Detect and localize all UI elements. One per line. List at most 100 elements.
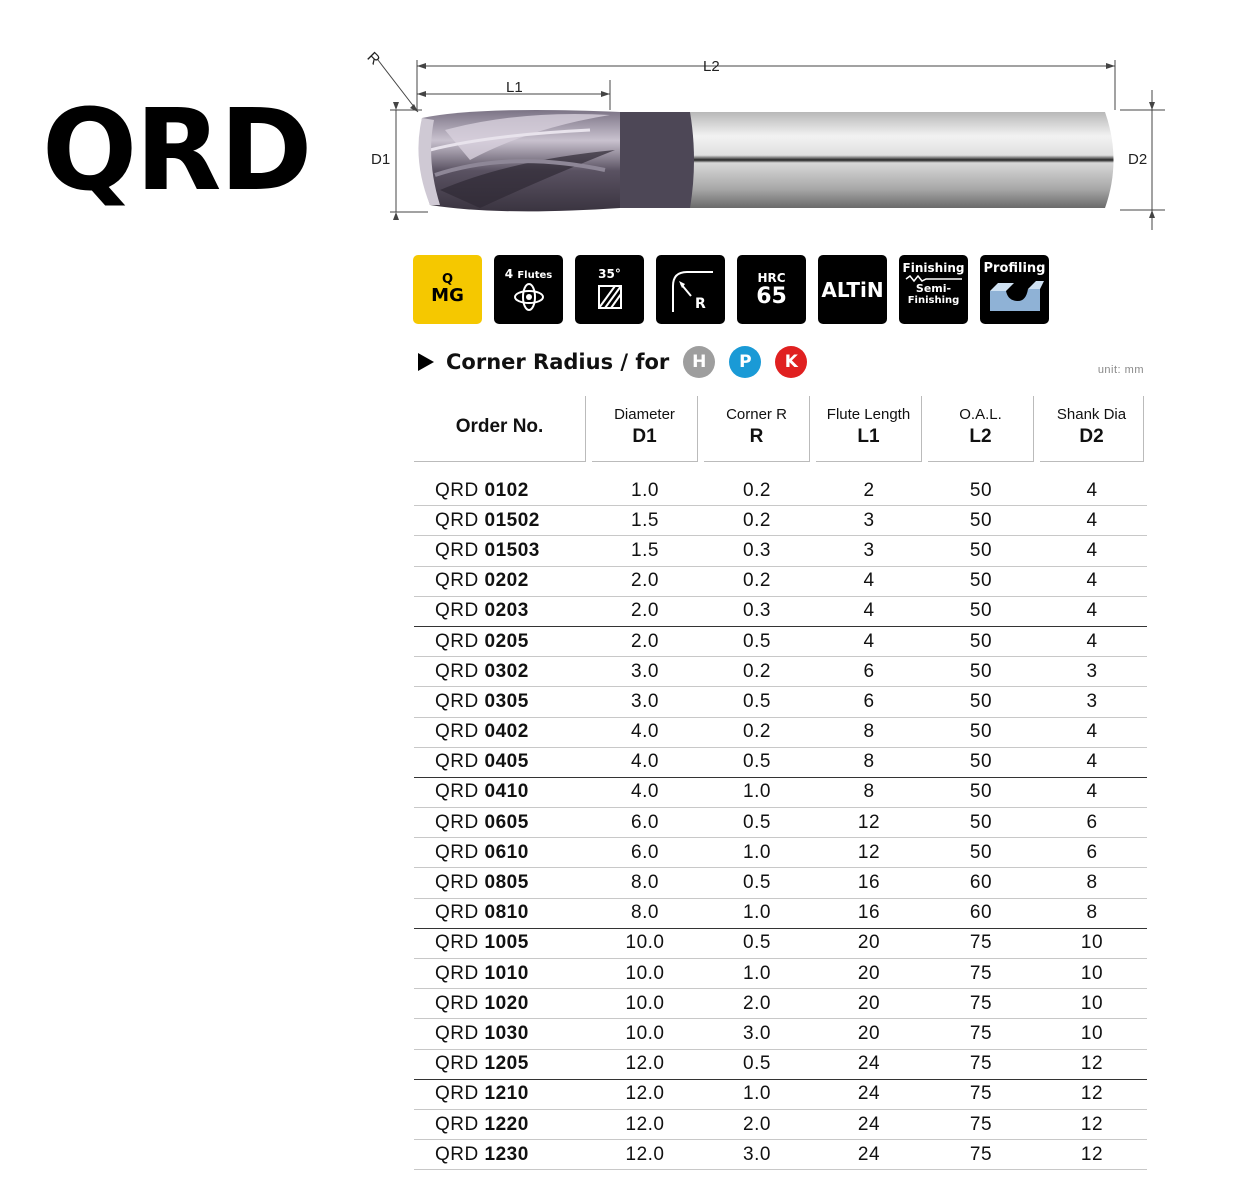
order-no-cell: QRD 1220 (414, 1110, 589, 1141)
flute-length-cell: 6 (813, 687, 925, 718)
flute-length-cell: 8 (813, 748, 925, 778)
flute-length-cell: 3 (813, 536, 925, 567)
qmg-badge: Q MG (413, 255, 482, 324)
order-no-cell: QRD 1020 (414, 989, 589, 1020)
flute-length-cell: 20 (813, 929, 925, 959)
corner-r-cell: 1.0 (701, 959, 813, 990)
diameter-cell: 2.0 (589, 567, 701, 597)
flute-length-cell: 20 (813, 1019, 925, 1050)
table-row: QRD 0202 2.0 0.2 4 50 4 (414, 567, 1147, 597)
spec-table: Order No. Diameter D1 Corner RR Flute Len… (414, 386, 1147, 1171)
corner-r-cell: 0.5 (701, 627, 813, 658)
corner-r-cell: 3.0 (701, 1019, 813, 1050)
flute-length-cell: 4 (813, 567, 925, 597)
order-no-cell: QRD 0410 (414, 778, 589, 809)
oal-cell: 60 (925, 868, 1037, 899)
shank-dia-cell: 4 (1037, 536, 1147, 567)
oal-cell: 50 (925, 597, 1037, 627)
diameter-cell: 4.0 (589, 718, 701, 748)
d2-label: D2 (1128, 151, 1147, 168)
shank-dia-cell: 3 (1037, 657, 1147, 688)
feature-badges: Q MG 4 Flutes 35° R HRC 65 ALTiN Finishi… (413, 255, 1049, 324)
table-row: QRD 0405 4.0 0.5 8 50 4 (414, 748, 1147, 778)
section-heading: Corner Radius / for H P K (418, 346, 808, 378)
play-triangle-icon (418, 353, 434, 371)
coating-badge: ALTiN (818, 255, 887, 324)
table-row: QRD 1205 12.0 0.5 24 75 12 (414, 1050, 1147, 1080)
shank-dia-cell: 6 (1037, 838, 1147, 869)
header-oal: O.A.L. L2 (925, 386, 1037, 462)
shank-dia-cell: 12 (1037, 1080, 1147, 1110)
shank-dia-cell: 4 (1037, 778, 1147, 809)
flute-length-cell: 8 (813, 718, 925, 748)
table-row: QRD 01502 1.5 0.2 3 50 4 (414, 506, 1147, 537)
table-row: QRD 0102 1.0 0.2 2 50 4 (414, 476, 1147, 507)
order-no-cell: QRD 0203 (414, 597, 589, 627)
oal-cell: 75 (925, 1050, 1037, 1080)
order-no-cell: QRD 0805 (414, 868, 589, 899)
corner-r-cell: 0.5 (701, 1050, 813, 1080)
flutes-icon (513, 282, 544, 311)
corner-r-cell: 0.5 (701, 808, 813, 839)
corner-radius-icon: R (671, 270, 713, 312)
shank-dia-cell: 4 (1037, 627, 1147, 658)
corner-r-cell: 0.5 (701, 748, 813, 778)
corner-r-cell: 1.0 (701, 838, 813, 869)
oal-cell: 60 (925, 899, 1037, 929)
order-no-cell: QRD 1205 (414, 1050, 589, 1080)
flute-length-cell: 24 (813, 1050, 925, 1080)
shank-dia-cell: 3 (1037, 687, 1147, 718)
oal-cell: 50 (925, 506, 1037, 537)
diameter-cell: 3.0 (589, 687, 701, 718)
table-header-row: Order No. Diameter D1 Corner RR Flute Len… (414, 386, 1147, 462)
table-row: QRD 0610 6.0 1.0 12 50 6 (414, 838, 1147, 869)
flute-length-cell: 16 (813, 868, 925, 899)
hardness-badge: HRC 65 (737, 255, 806, 324)
flute-length-cell: 2 (813, 476, 925, 507)
corner-r-cell: 0.2 (701, 718, 813, 748)
flute-length-cell: 6 (813, 657, 925, 688)
header-order-no: Order No. (414, 386, 589, 462)
flute-length-cell: 12 (813, 838, 925, 869)
diameter-cell: 10.0 (589, 989, 701, 1020)
table-row: QRD 1020 10.0 2.0 20 75 10 (414, 989, 1147, 1020)
order-no-cell: QRD 0202 (414, 567, 589, 597)
flute-length-cell: 12 (813, 808, 925, 839)
material-k-badge: K (775, 346, 808, 378)
diameter-cell: 12.0 (589, 1050, 701, 1080)
corner-r-cell: 1.0 (701, 899, 813, 929)
oal-cell: 75 (925, 989, 1037, 1020)
table-row: QRD 0605 6.0 0.5 12 50 6 (414, 808, 1147, 839)
order-no-cell: QRD 0302 (414, 657, 589, 688)
corner-r-cell: 0.5 (701, 687, 813, 718)
order-no-cell: QRD 01502 (414, 506, 589, 537)
table-row: QRD 0305 3.0 0.5 6 50 3 (414, 687, 1147, 718)
section-title: Corner Radius / for (446, 350, 670, 374)
flute-length-cell: 16 (813, 899, 925, 929)
corner-r-cell: 0.3 (701, 597, 813, 627)
corner-r-cell: 0.2 (701, 567, 813, 597)
order-no-cell: QRD 0605 (414, 808, 589, 839)
corner-r-cell: 2.0 (701, 989, 813, 1020)
diameter-cell: 12.0 (589, 1080, 701, 1110)
d1-label: D1 (371, 151, 390, 168)
table-row: QRD 0410 4.0 1.0 8 50 4 (414, 778, 1147, 809)
shank-dia-cell: 4 (1037, 476, 1147, 507)
table-row: QRD 0805 8.0 0.5 16 60 8 (414, 868, 1147, 899)
diameter-cell: 1.5 (589, 506, 701, 537)
table-row: QRD 1005 10.0 0.5 20 75 10 (414, 929, 1147, 959)
table-row: QRD 0205 2.0 0.5 4 50 4 (414, 627, 1147, 658)
finishing-badge: Finishing Semi- Finishing (899, 255, 968, 324)
shank-dia-cell: 4 (1037, 597, 1147, 627)
l2-label: L2 (703, 58, 720, 75)
corner-r-cell: 0.2 (701, 506, 813, 537)
l1-label: L1 (506, 79, 523, 96)
oal-cell: 75 (925, 929, 1037, 959)
oal-cell: 50 (925, 748, 1037, 778)
corner-r-cell: 0.3 (701, 536, 813, 567)
diameter-cell: 6.0 (589, 808, 701, 839)
flute-length-cell: 20 (813, 959, 925, 990)
diameter-cell: 1.0 (589, 476, 701, 507)
order-no-cell: QRD 0305 (414, 687, 589, 718)
corner-r-cell: 2.0 (701, 1110, 813, 1141)
